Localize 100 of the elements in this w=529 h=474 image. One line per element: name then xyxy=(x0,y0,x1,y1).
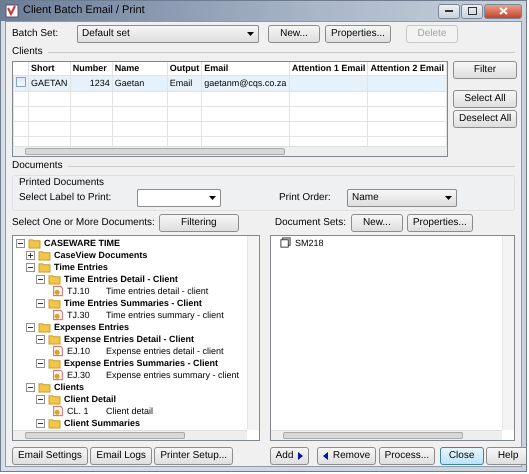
minimize-icon xyxy=(445,10,453,12)
collapse-icon[interactable] xyxy=(36,394,45,404)
tree-item[interactable]: CaseView Documents xyxy=(54,250,148,260)
table-cell: gaetanm@cqs.co.za xyxy=(204,78,286,88)
column-header: Number xyxy=(72,63,107,73)
field-label: Print Order: xyxy=(279,192,332,204)
vertical-scrollbar[interactable] xyxy=(247,236,259,430)
collapse-icon[interactable] xyxy=(36,298,45,308)
toolbar-button[interactable]: Properties... xyxy=(325,25,391,43)
side-button[interactable]: Select All xyxy=(453,90,517,108)
column-header: Name xyxy=(114,63,140,73)
print-order-dropdown[interactable]: Name xyxy=(347,189,457,207)
tree-item[interactable]: Expenses Entries xyxy=(54,322,130,332)
collapse-icon[interactable] xyxy=(26,322,35,332)
document-icon xyxy=(52,309,64,321)
document-description: Time entries detail - client xyxy=(106,286,208,296)
dialog-button[interactable]: Process... xyxy=(378,446,436,464)
collapse-icon[interactable] xyxy=(36,274,45,284)
document-set-button[interactable]: New... xyxy=(350,214,403,232)
collapse-icon[interactable] xyxy=(26,262,35,272)
document-description: Expense entries summary - client xyxy=(106,370,240,380)
group-title: Printed Documents xyxy=(19,177,106,189)
horizontal-scrollbar[interactable] xyxy=(13,430,247,440)
tree-item[interactable]: Expense Entries Detail - Client xyxy=(64,334,194,344)
column-header: Output xyxy=(170,63,200,73)
table-cell: GAETAN xyxy=(31,78,68,88)
dialog-button[interactable]: Close xyxy=(440,446,484,464)
tree-item[interactable]: Client Summaries xyxy=(64,418,140,428)
side-button[interactable]: Deselect All xyxy=(453,110,517,128)
left-arrow-icon xyxy=(322,452,328,460)
label-dropdown[interactable] xyxy=(137,189,221,207)
table-cell: Email xyxy=(170,78,192,88)
horizontal-scrollbar[interactable] xyxy=(271,430,502,440)
document-code[interactable]: TJ.30 xyxy=(67,310,103,320)
app-icon xyxy=(5,4,19,18)
row-checkbox[interactable] xyxy=(16,76,26,87)
tree-item[interactable]: SM218 xyxy=(295,238,324,248)
footer-button[interactable]: Email Settings xyxy=(12,446,88,464)
section-title: Documents xyxy=(12,160,63,172)
remove-button[interactable]: Remove xyxy=(316,446,376,464)
folder-icon xyxy=(48,334,61,344)
maximize-button[interactable] xyxy=(461,4,483,18)
folder-icon xyxy=(48,394,61,404)
column-header: Attention 2 Email xyxy=(370,63,444,73)
tree-item[interactable]: Clients xyxy=(54,382,84,392)
folder-icon xyxy=(38,382,51,392)
collapse-icon[interactable] xyxy=(16,238,25,248)
collapse-icon[interactable] xyxy=(26,382,35,392)
tree-item[interactable]: Expense Entries Summaries - Client xyxy=(64,358,218,368)
tree-item[interactable]: Time Entries Summaries - Client xyxy=(64,298,202,308)
tree-item[interactable]: Time Entries Detail - Client xyxy=(64,274,178,284)
document-code[interactable]: EJ.10 xyxy=(67,346,103,356)
folder-icon xyxy=(28,238,41,248)
table-row[interactable]: GAETAN 1234 Gaetan Email gaetanm@cqs.co.za xyxy=(14,75,446,92)
expand-icon[interactable] xyxy=(26,250,35,260)
batch-set-dropdown[interactable]: Default set xyxy=(77,25,259,43)
side-button[interactable]: Filter xyxy=(453,61,517,79)
toolbar-button[interactable]: New... xyxy=(268,25,320,43)
caret-icon xyxy=(445,196,452,200)
section-title: Clients xyxy=(12,46,43,58)
filtering-button[interactable]: Filtering xyxy=(158,214,239,232)
close-button[interactable] xyxy=(484,4,522,18)
right-arrow-icon xyxy=(298,452,304,460)
document-description: Client detail xyxy=(106,406,154,416)
folder-icon xyxy=(38,322,51,332)
close-icon xyxy=(498,7,508,15)
document-code[interactable]: CL. 1 xyxy=(67,406,103,416)
column-header: Short xyxy=(31,63,54,73)
document-icon xyxy=(52,285,64,297)
folder-icon xyxy=(48,358,61,368)
table-cell: Gaetan xyxy=(114,78,144,88)
collapse-icon[interactable] xyxy=(36,334,45,344)
caret-icon xyxy=(209,196,216,200)
document-description: Time entries summary - client xyxy=(106,310,224,320)
add-button[interactable]: Add xyxy=(270,446,310,464)
document-set-button[interactable]: Properties... xyxy=(406,214,473,232)
vertical-scrollbar[interactable] xyxy=(502,236,514,430)
document-icon xyxy=(52,405,64,417)
field-label: Batch Set: xyxy=(12,28,60,40)
minimize-button[interactable] xyxy=(438,4,460,18)
folder-icon xyxy=(48,298,61,308)
caret-icon xyxy=(247,32,254,36)
document-code[interactable]: TJ.10 xyxy=(67,286,103,296)
tree-item[interactable]: CASEWARE TIME xyxy=(44,238,120,248)
dialog-button[interactable]: Help xyxy=(486,446,526,464)
tree-item[interactable]: Time Entries xyxy=(54,262,108,272)
field-label: Document Sets: xyxy=(274,217,347,229)
collapse-icon[interactable] xyxy=(36,418,45,428)
document-code[interactable]: EJ.30 xyxy=(67,370,103,380)
folder-icon xyxy=(38,250,51,260)
footer-button[interactable]: Email Logs xyxy=(90,446,152,464)
footer-button[interactable]: Printer Setup... xyxy=(154,446,234,464)
folder-icon xyxy=(38,262,51,272)
horizontal-scrollbar[interactable] xyxy=(13,146,447,156)
field-label: Select Label to Print: xyxy=(19,192,112,204)
column-header: Email xyxy=(204,63,228,73)
field-label: Select One or More Documents: xyxy=(12,217,155,229)
tree-item[interactable]: Client Detail xyxy=(64,394,116,404)
collapse-icon[interactable] xyxy=(36,358,45,368)
maximize-icon xyxy=(468,7,476,15)
